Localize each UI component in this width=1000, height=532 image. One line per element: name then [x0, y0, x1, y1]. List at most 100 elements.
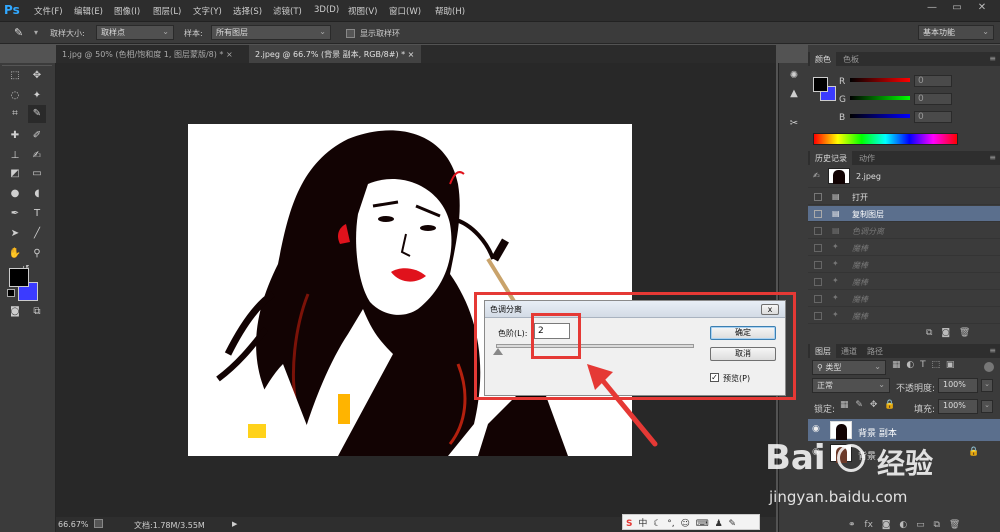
ime-skin-icon[interactable]: ♟ [715, 519, 723, 529]
quick-mask-icon[interactable]: ◙ [6, 303, 24, 321]
magic-wand-tool-icon[interactable]: ✦ [28, 87, 46, 105]
tab-doc-2[interactable]: 2.jpeg @ 66.7% (背景 副本, RGB/8#) * × [249, 45, 421, 63]
path-select-tool-icon[interactable]: ➤ [6, 225, 24, 243]
color-fg-swatch[interactable] [813, 77, 828, 92]
healing-tool-icon[interactable]: ✚ [6, 127, 24, 145]
tab-paths[interactable]: 路径 [862, 344, 888, 358]
lock-pixels-icon[interactable]: ✎ [855, 400, 863, 410]
pixel-filter-icon[interactable]: ▦ [892, 360, 901, 370]
lock-all-icon[interactable]: 🔒 [884, 400, 895, 410]
channel-g-value[interactable]: 0 [914, 93, 952, 105]
menu-file[interactable]: 文件(F) [34, 5, 63, 17]
status-arrow-icon[interactable]: ▶ [232, 520, 237, 528]
menu-select[interactable]: 选择(S) [233, 5, 262, 17]
history-item-selected[interactable]: ▤ 复制图层 [808, 206, 1000, 222]
lasso-tool-icon[interactable]: ◌ [6, 87, 24, 105]
history-check-box[interactable] [814, 278, 822, 286]
fill-input[interactable]: 100% [938, 399, 978, 414]
hand-tool-icon[interactable]: ✋ [6, 245, 24, 263]
pen-tool-icon[interactable]: ✒ [6, 205, 24, 223]
menu-3d[interactable]: 3D(D) [314, 5, 339, 15]
history-snapshot[interactable]: ✍ 2.jpeg [808, 166, 1000, 188]
tab-history[interactable]: 历史记录 [810, 151, 852, 165]
eyedropper-tool-icon[interactable]: ✎ [28, 105, 46, 123]
sample-size-select[interactable]: 取样点 ⌄ [96, 25, 174, 40]
opacity-dropdown-icon[interactable]: ⌄ [981, 379, 993, 392]
panel-menu-icon[interactable]: ≡ [989, 346, 996, 355]
menu-image[interactable]: 图像(I) [114, 5, 140, 17]
sogou-logo-icon[interactable]: S [626, 519, 632, 529]
menu-view[interactable]: 视图(V) [348, 5, 377, 17]
zoom-level[interactable]: 66.67% [58, 520, 89, 529]
tab-actions[interactable]: 动作 [854, 151, 880, 165]
stamp-tool-icon[interactable]: ⊥ [6, 147, 24, 165]
delete-state-icon[interactable]: 🗑 [959, 328, 970, 338]
ime-tools-icon[interactable]: ✎ [729, 519, 737, 529]
status-menu-icon[interactable] [94, 519, 103, 528]
lock-position-icon[interactable]: ✥ [870, 400, 878, 410]
adjustment-filter-icon[interactable]: ◐ [906, 360, 914, 370]
ime-emoji-icon[interactable]: ☺ [680, 519, 689, 529]
visibility-eye-icon[interactable]: ◉ [812, 424, 820, 434]
history-check-box[interactable] [814, 227, 822, 235]
channel-g-slider[interactable] [850, 96, 910, 100]
menu-window[interactable]: 窗口(W) [389, 5, 421, 17]
menu-filter[interactable]: 滤镜(T) [273, 5, 302, 17]
history-item-dim[interactable]: ✦ 魔棒 [808, 274, 1000, 290]
crop-tool-icon[interactable]: ⌗ [6, 105, 24, 123]
move-tool-icon[interactable]: ✥ [28, 67, 46, 85]
menu-edit[interactable]: 编辑(E) [74, 5, 103, 17]
tool-presets-icon[interactable]: ✂ [785, 115, 803, 133]
layer-filter-select[interactable]: ⚲ 类型 ⌄ [812, 360, 886, 375]
ime-punct-icon[interactable]: °, [667, 519, 674, 529]
history-check-box[interactable] [814, 295, 822, 303]
tab-doc-1[interactable]: 1.jpg @ 50% (色相/饱和度 1, 图层蒙版/8) * × [56, 45, 248, 63]
smart-object-filter-icon[interactable]: ▣ [946, 360, 955, 370]
shape-filter-icon[interactable]: ⬚ [932, 360, 941, 370]
ime-lang-icon[interactable]: 中 [638, 519, 647, 529]
tab-close-icon[interactable]: × [408, 50, 415, 59]
history-item-dim[interactable]: ✦ 魔棒 [808, 291, 1000, 307]
filter-toggle-icon[interactable] [984, 362, 994, 372]
opacity-input[interactable]: 100% [938, 378, 978, 393]
show-ring-checkbox[interactable] [346, 29, 355, 38]
screen-mode-icon[interactable]: ⧉ [28, 303, 46, 321]
channel-r-value[interactable]: 0 [914, 75, 952, 87]
color-spectrum-bar[interactable] [813, 133, 958, 145]
tab-close-icon[interactable]: × [226, 50, 233, 59]
gradient-tool-icon[interactable]: ▭ [28, 165, 46, 183]
line-tool-icon[interactable]: ╱ [28, 225, 46, 243]
menu-layer[interactable]: 图层(L) [153, 5, 181, 17]
history-item[interactable]: ▤ 打开 [808, 189, 1000, 205]
history-brush-source-icon[interactable]: ✍ [813, 171, 820, 180]
tool-preset-chevron-icon[interactable]: ▾ [34, 28, 38, 37]
type-tool-icon[interactable]: T [28, 205, 46, 223]
dodge-tool-icon[interactable]: ◖ [28, 185, 46, 203]
history-item-dim[interactable]: ▤ 色调分离 [808, 223, 1000, 239]
maximize-icon[interactable]: ▭ [945, 2, 969, 18]
snapshot-camera-icon[interactable]: ◙ [941, 328, 950, 338]
channel-b-value[interactable]: 0 [914, 111, 952, 123]
history-item-dim[interactable]: ✦ 魔棒 [808, 257, 1000, 273]
marquee-tool-icon[interactable]: ⬚ [6, 67, 24, 85]
ime-moon-icon[interactable]: ☾ [653, 519, 661, 529]
history-check-box[interactable] [814, 244, 822, 252]
type-filter-icon[interactable]: T [920, 360, 926, 370]
document-canvas[interactable] [188, 124, 632, 456]
tab-swatches[interactable]: 色板 [838, 52, 864, 66]
tab-layers[interactable]: 图层 [810, 344, 836, 358]
navigator-icon[interactable]: ✺ [785, 67, 803, 85]
blur-tool-icon[interactable]: ● [6, 185, 24, 203]
default-colors-icon[interactable] [7, 289, 15, 297]
foreground-color-swatch[interactable] [9, 268, 29, 287]
channel-b-slider[interactable] [850, 114, 910, 118]
history-check-box[interactable] [814, 193, 822, 201]
history-check-box[interactable] [814, 312, 822, 320]
sample-select[interactable]: 所有图层 ⌄ [211, 25, 331, 40]
minimize-icon[interactable]: — [920, 2, 944, 18]
channel-r-slider[interactable] [850, 78, 910, 82]
menu-type[interactable]: 文字(Y) [193, 5, 222, 17]
history-check-box[interactable] [814, 210, 822, 218]
panel-menu-icon[interactable]: ≡ [989, 54, 996, 63]
ime-keyboard-icon[interactable]: ⌨ [696, 519, 709, 529]
